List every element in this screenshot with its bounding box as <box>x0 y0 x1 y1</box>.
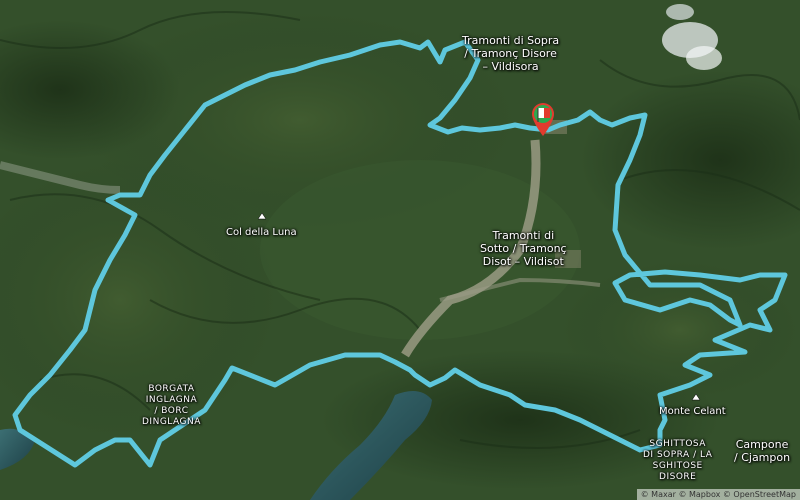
place-label-sghittosa: SGHITTOSA DI SOPRA / LA SGHITOSE DISORE <box>643 439 713 482</box>
place-label-tramonti-sotto: Tramonti di Sotto / Tramonç Disot – Vild… <box>480 229 567 268</box>
peak-label-monte-celant: Monte Celant <box>659 406 726 417</box>
map-view[interactable]: Tramonti di Sopra / Tramonç Disore – Vil… <box>0 0 800 500</box>
place-label-borgata-inglagna: BORGATA INGLAGNA / BORC DINGLAGNA <box>142 384 201 427</box>
place-label-campone: Campone / Cjampon <box>734 438 791 464</box>
place-label-tramonti-sopra: Tramonti di Sopra / Tramonç Disore – Vil… <box>462 34 560 73</box>
peak-label-col-della-luna: Col della Luna <box>226 227 297 238</box>
map-attribution[interactable]: © Maxar © Mapbox © OpenStreetMap <box>636 489 800 500</box>
satellite-terrain <box>0 0 800 500</box>
